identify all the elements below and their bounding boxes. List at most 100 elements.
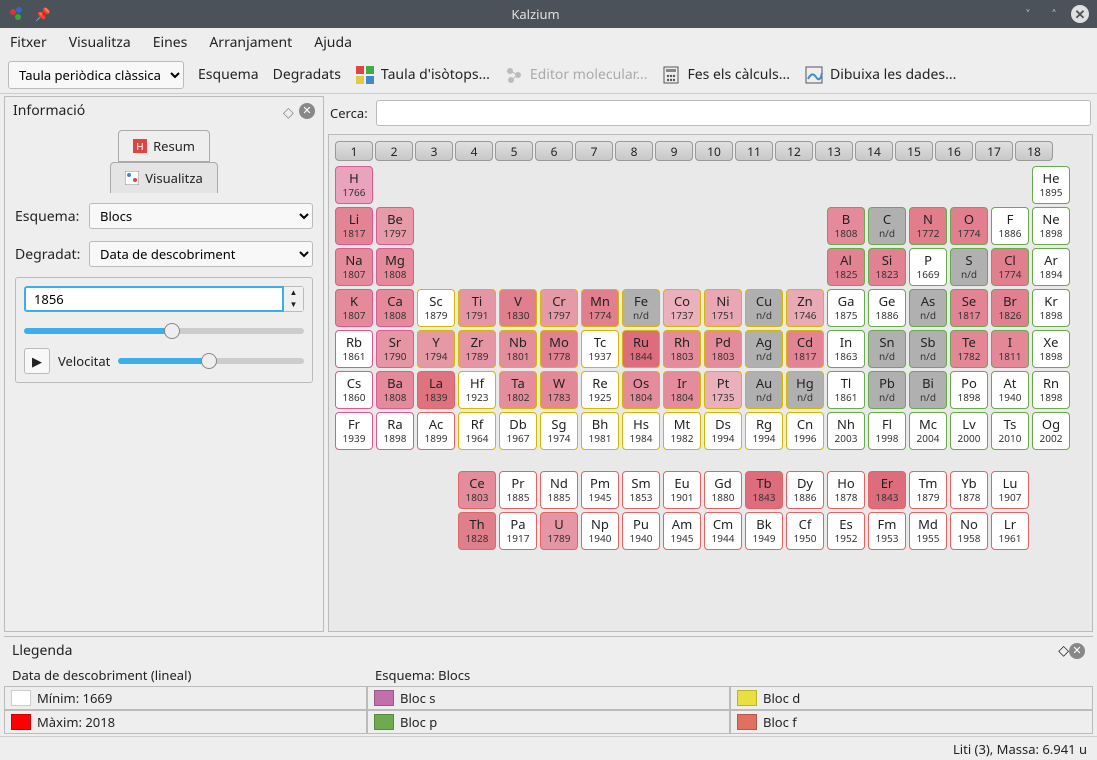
element-Ho[interactable]: Ho1878 [827,471,865,509]
element-As[interactable]: Asn/d [909,289,947,327]
element-O[interactable]: O1774 [950,207,988,245]
pin-icon[interactable]: 📌 [34,5,52,23]
element-Hs[interactable]: Hs1984 [622,412,660,450]
element-Fm[interactable]: Fm1953 [868,512,906,550]
element-Dy[interactable]: Dy1886 [786,471,824,509]
element-Br[interactable]: Br1826 [991,289,1029,327]
element-At[interactable]: At1940 [991,371,1029,409]
element-Kr[interactable]: Kr1898 [1032,289,1070,327]
element-Tl[interactable]: Tl1861 [827,371,865,409]
scheme-select[interactable]: Blocs [89,203,313,229]
element-Cm[interactable]: Cm1944 [704,512,742,550]
table-type-dropdown[interactable]: Taula periòdica clàssica [8,61,184,89]
year-spinner[interactable]: ▲▼ [284,286,304,312]
element-Cd[interactable]: Cd1817 [786,330,824,368]
element-Gd[interactable]: Gd1880 [704,471,742,509]
element-Tm[interactable]: Tm1879 [909,471,947,509]
element-Lv[interactable]: Lv2000 [950,412,988,450]
element-Bh[interactable]: Bh1981 [581,412,619,450]
element-U[interactable]: U1789 [540,512,578,550]
element-Mc[interactable]: Mc2004 [909,412,947,450]
element-Bk[interactable]: Bk1949 [745,512,783,550]
element-Pr[interactable]: Pr1885 [499,471,537,509]
tab-summary[interactable]: H Resum [118,130,210,162]
element-Md[interactable]: Md1955 [909,512,947,550]
element-Ni[interactable]: Ni1751 [704,289,742,327]
close-button[interactable]: ✕ [1071,5,1089,23]
element-Zn[interactable]: Zn1746 [786,289,824,327]
element-S[interactable]: Sn/d [950,248,988,286]
element-Ga[interactable]: Ga1875 [827,289,865,327]
element-Sr[interactable]: Sr1790 [376,330,414,368]
element-Ce[interactable]: Ce1803 [458,471,496,509]
element-Pa[interactable]: Pa1917 [499,512,537,550]
group-header-2[interactable]: 2 [375,141,413,161]
element-Ra[interactable]: Ra1898 [376,412,414,450]
search-input[interactable] [376,100,1091,126]
element-Np[interactable]: Np1940 [581,512,619,550]
element-Ag[interactable]: Agn/d [745,330,783,368]
plot-button[interactable]: Dibuixa les dades... [804,65,956,85]
element-Hf[interactable]: Hf1923 [458,371,496,409]
element-Os[interactable]: Os1804 [622,371,660,409]
element-Nb[interactable]: Nb1801 [499,330,537,368]
group-header-9[interactable]: 9 [655,141,693,161]
group-header-18[interactable]: 18 [1015,141,1053,161]
element-N[interactable]: N1772 [909,207,947,245]
element-Db[interactable]: Db1967 [499,412,537,450]
element-H[interactable]: H1766 [335,166,373,204]
element-Rb[interactable]: Rb1861 [335,330,373,368]
group-header-6[interactable]: 6 [535,141,573,161]
close-panel-icon[interactable]: ✕ [299,103,315,119]
element-Ds[interactable]: Ds1994 [704,412,742,450]
element-No[interactable]: No1958 [950,512,988,550]
element-I[interactable]: I1811 [991,330,1029,368]
element-Pu[interactable]: Pu1940 [622,512,660,550]
menu-help[interactable]: Ajuda [314,33,352,52]
element-Hg[interactable]: Hgn/d [786,371,824,409]
element-Sm[interactable]: Sm1853 [622,471,660,509]
element-Co[interactable]: Co1737 [663,289,701,327]
element-Rh[interactable]: Rh1803 [663,330,701,368]
element-Ne[interactable]: Ne1898 [1032,207,1070,245]
element-Sc[interactable]: Sc1879 [417,289,455,327]
element-Eu[interactable]: Eu1901 [663,471,701,509]
element-Cn[interactable]: Cn1996 [786,412,824,450]
element-Pt[interactable]: Pt1735 [704,371,742,409]
element-Ge[interactable]: Ge1886 [868,289,906,327]
element-Mt[interactable]: Mt1982 [663,412,701,450]
element-Te[interactable]: Te1782 [950,330,988,368]
element-Po[interactable]: Po1898 [950,371,988,409]
element-Mn[interactable]: Mn1774 [581,289,619,327]
element-Sb[interactable]: Sbn/d [909,330,947,368]
group-header-11[interactable]: 11 [735,141,773,161]
year-input[interactable] [24,286,284,312]
element-Pd[interactable]: Pd1803 [704,330,742,368]
group-header-12[interactable]: 12 [775,141,813,161]
element-Cs[interactable]: Cs1860 [335,371,373,409]
element-Rg[interactable]: Rg1994 [745,412,783,450]
element-He[interactable]: He1895 [1032,166,1070,204]
element-P[interactable]: P1669 [909,248,947,286]
group-header-5[interactable]: 5 [495,141,533,161]
element-Pm[interactable]: Pm1945 [581,471,619,509]
element-Er[interactable]: Er1843 [868,471,906,509]
element-Ts[interactable]: Ts2010 [991,412,1029,450]
element-Cf[interactable]: Cf1950 [786,512,824,550]
velocity-slider[interactable] [118,358,304,364]
element-Nh[interactable]: Nh2003 [827,412,865,450]
element-Fe[interactable]: Fen/d [622,289,660,327]
element-Zr[interactable]: Zr1789 [458,330,496,368]
element-Nd[interactable]: Nd1885 [540,471,578,509]
element-Na[interactable]: Na1807 [335,248,373,286]
element-Y[interactable]: Y1794 [417,330,455,368]
element-In[interactable]: In1863 [827,330,865,368]
element-Am[interactable]: Am1945 [663,512,701,550]
group-header-3[interactable]: 3 [415,141,453,161]
element-Ta[interactable]: Ta1802 [499,371,537,409]
tab-view[interactable]: Visualitza [110,162,218,193]
group-header-14[interactable]: 14 [855,141,893,161]
calculator-button[interactable]: Fes els càlculs... [661,65,790,85]
element-Bi[interactable]: Bin/d [909,371,947,409]
group-header-4[interactable]: 4 [455,141,493,161]
